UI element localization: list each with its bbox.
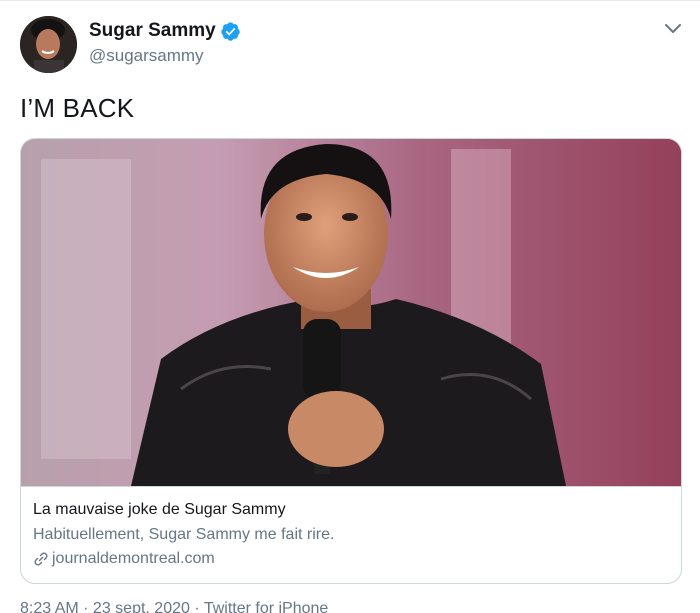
card-description: Habituellement, Sugar Sammy me fait rire… (33, 526, 335, 543)
chevron-down-icon[interactable] (664, 22, 682, 36)
card-domain-link[interactable]: journaldemontreal.com (33, 550, 215, 568)
avatar[interactable] (20, 16, 77, 73)
link-card[interactable]: La mauvaise joke de Sugar Sammy Habituel… (20, 138, 682, 584)
card-domain: journaldemontreal.com (52, 550, 215, 567)
verified-badge-icon (220, 21, 241, 42)
card-title[interactable]: La mauvaise joke de Sugar Sammy (33, 501, 286, 519)
author-handle[interactable]: @sugarsammy (89, 46, 204, 66)
top-divider (0, 0, 700, 1)
link-icon (33, 551, 49, 567)
author-display-name[interactable]: Sugar Sammy (89, 20, 216, 42)
tweet-text: I’M BACK (20, 93, 135, 123)
tweet-timestamp[interactable]: 8:23 AM · 23 sept. 2020 · Twitter for iP… (20, 600, 328, 613)
card-image[interactable] (21, 139, 681, 486)
